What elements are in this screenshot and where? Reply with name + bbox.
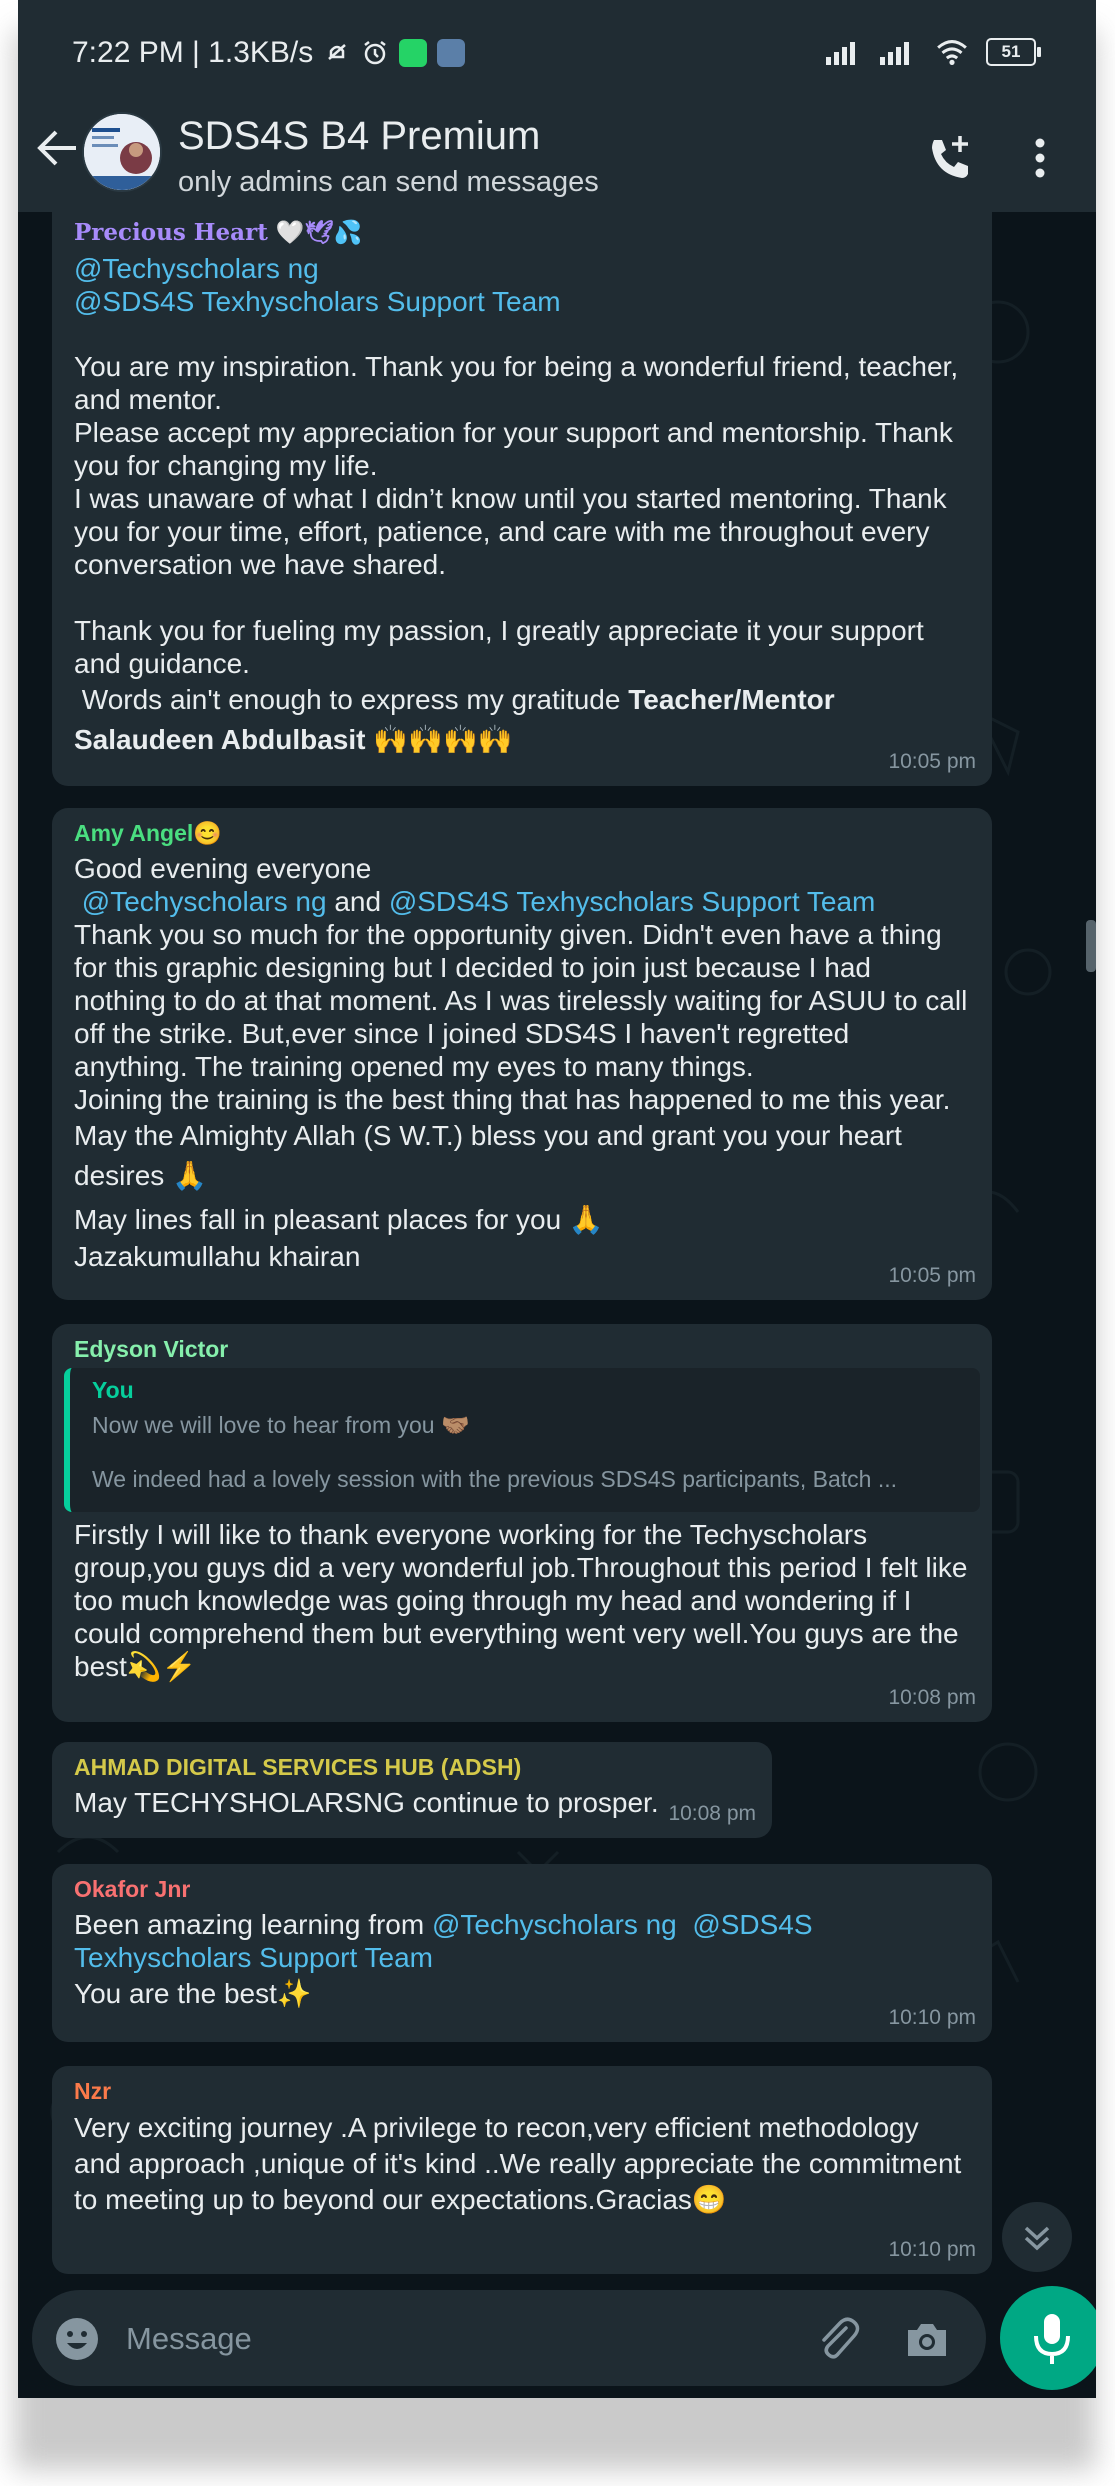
scroll-down-icon <box>1024 2226 1050 2251</box>
message-text: Words ain't enough to express my gratitu… <box>74 680 970 760</box>
mention-link[interactable]: @Techyscholars ng <box>82 886 327 917</box>
signal-icon-2 <box>880 42 909 65</box>
message-text: May TECHYSHOLARSNG continue to prosper. <box>74 1787 659 1818</box>
message-text: Thank you so much for the opportunity gi… <box>74 919 976 1082</box>
signal-icon <box>826 42 855 65</box>
group-avatar[interactable] <box>82 112 162 192</box>
message-bubble[interactable]: AHMAD DIGITAL SERVICES HUB (ADSH) May TE… <box>52 1742 772 1838</box>
message-composer <box>32 2290 986 2386</box>
camera-icon[interactable] <box>902 2314 952 2364</box>
message-time: 10:10 pm <box>888 2006 976 2029</box>
message-sender[interactable]: Precious Heart 🤍🕊💦 <box>74 218 970 248</box>
whatsapp-notification-icon <box>399 39 428 67</box>
message-text-part: and <box>326 886 389 917</box>
message-sender[interactable]: Amy Angel😊 <box>74 818 970 848</box>
message-bubble[interactable]: Nzr Very exciting journey .A privilege t… <box>52 2066 992 2274</box>
message-bubble[interactable]: Precious Heart 🤍🕊💦 @Techyscholars ng @SD… <box>52 212 992 786</box>
mic-icon <box>1034 2314 1070 2364</box>
phone-screen: 7:22 PM | 1.3KB/s 51 SDS4S B4 Premium on… <box>18 0 1096 2398</box>
message-text: Very exciting journey .A privilege to re… <box>74 2112 970 2215</box>
message-text: You are the best✨ <box>74 1978 312 2009</box>
message-text: May lines fall in pleasant places for yo… <box>74 1204 604 1235</box>
message-text: I was unaware of what I didn’t know unti… <box>74 483 955 580</box>
mention-link[interactable]: @Techyscholars ng <box>74 252 970 285</box>
scroll-down-button[interactable] <box>1002 2202 1072 2272</box>
battery-indicator: 51 <box>986 38 1041 66</box>
message-mention-line: @Techyscholars ng and @SDS4S Texhyschola… <box>74 885 970 918</box>
message-time: 10:08 pm <box>668 1802 756 1825</box>
message-text: Thank you for fueling my passion, I grea… <box>74 615 932 679</box>
attach-icon[interactable] <box>812 2314 862 2364</box>
quoted-text: Now we will love to hear from you 🤝🏽 <box>92 1412 470 1438</box>
message-bubble[interactable]: Amy Angel😊 Good evening everyone @Techys… <box>52 808 992 1300</box>
app-notification-icon <box>437 39 466 67</box>
status-left: 7:22 PM | 1.3KB/s <box>72 36 466 70</box>
message-text: May the Almighty Allah (S W.T.) bless yo… <box>74 1120 910 1191</box>
message-input[interactable] <box>124 2312 808 2366</box>
mention-link[interactable]: @Techyscholars ng <box>432 1909 677 1940</box>
alarm-icon <box>364 41 386 65</box>
mute-icon <box>328 44 347 60</box>
mention-link[interactable]: @SDS4S Texhyscholars Support Team <box>389 886 876 917</box>
back-arrow-icon[interactable] <box>36 128 78 168</box>
message-bubble[interactable]: Okafor Jnr Been amazing learning from @T… <box>52 1864 992 2042</box>
group-title[interactable]: SDS4S B4 Premium <box>178 114 540 159</box>
message-time: 10:05 pm <box>888 1264 976 1287</box>
message-text-part: Been amazing learning from <box>74 1909 432 1940</box>
status-right: 51 <box>824 38 1041 66</box>
message-time: 10:10 pm <box>888 2238 976 2261</box>
chat-header: SDS4S B4 Premium only admins can send me… <box>18 80 1096 212</box>
message-text: Firstly I will like to thank everyone wo… <box>74 1519 976 1682</box>
raised-hands-emoji: 🙌🙌🙌🙌 <box>373 724 513 755</box>
status-time: 7:22 PM | 1.3KB/s <box>72 36 314 69</box>
message-text: Jazakumullahu khairan <box>74 1241 361 1272</box>
message-sender[interactable]: Okafor Jnr <box>74 1874 970 1904</box>
message-sender[interactable]: Nzr <box>74 2076 970 2106</box>
emoji-icon[interactable] <box>54 2316 100 2362</box>
status-bar: 7:22 PM | 1.3KB/s 51 <box>18 0 1096 80</box>
mention-link[interactable]: @SDS4S Texhyscholars Support Team <box>74 285 970 318</box>
scrollbar[interactable] <box>1086 920 1096 972</box>
group-subtitle: only admins can send messages <box>178 166 599 198</box>
message-text: Good evening everyone <box>74 853 372 884</box>
message-text: Joining the training is the best thing t… <box>74 1084 951 1115</box>
more-menu-icon[interactable] <box>1034 138 1046 178</box>
message-text: You are my inspiration. Thank you for be… <box>74 351 966 415</box>
avatar-image <box>84 114 160 190</box>
message-text: Please accept my appreciation for your s… <box>74 417 961 481</box>
message-mention-line: Been amazing learning from @Techyscholar… <box>74 1908 970 1974</box>
message-time: 10:08 pm <box>888 1686 976 1709</box>
quoted-sender: You <box>92 1377 134 1403</box>
message-time: 10:05 pm <box>888 750 976 773</box>
message-sender[interactable]: AHMAD DIGITAL SERVICES HUB (ADSH) <box>74 1752 750 1782</box>
message-text-part: Words ain't enough to express my gratitu… <box>74 684 629 715</box>
quoted-text: We indeed had a lovely session with the … <box>92 1466 898 1492</box>
message-bubble[interactable]: Edyson Victor You Now we will love to he… <box>52 1324 992 1722</box>
add-call-icon[interactable] <box>926 134 972 180</box>
message-sender[interactable]: Edyson Victor <box>74 1334 970 1364</box>
wifi-icon <box>937 40 967 65</box>
quoted-message[interactable]: You Now we will love to hear from you 🤝🏽… <box>64 1368 980 1512</box>
mic-button[interactable] <box>1000 2286 1096 2390</box>
